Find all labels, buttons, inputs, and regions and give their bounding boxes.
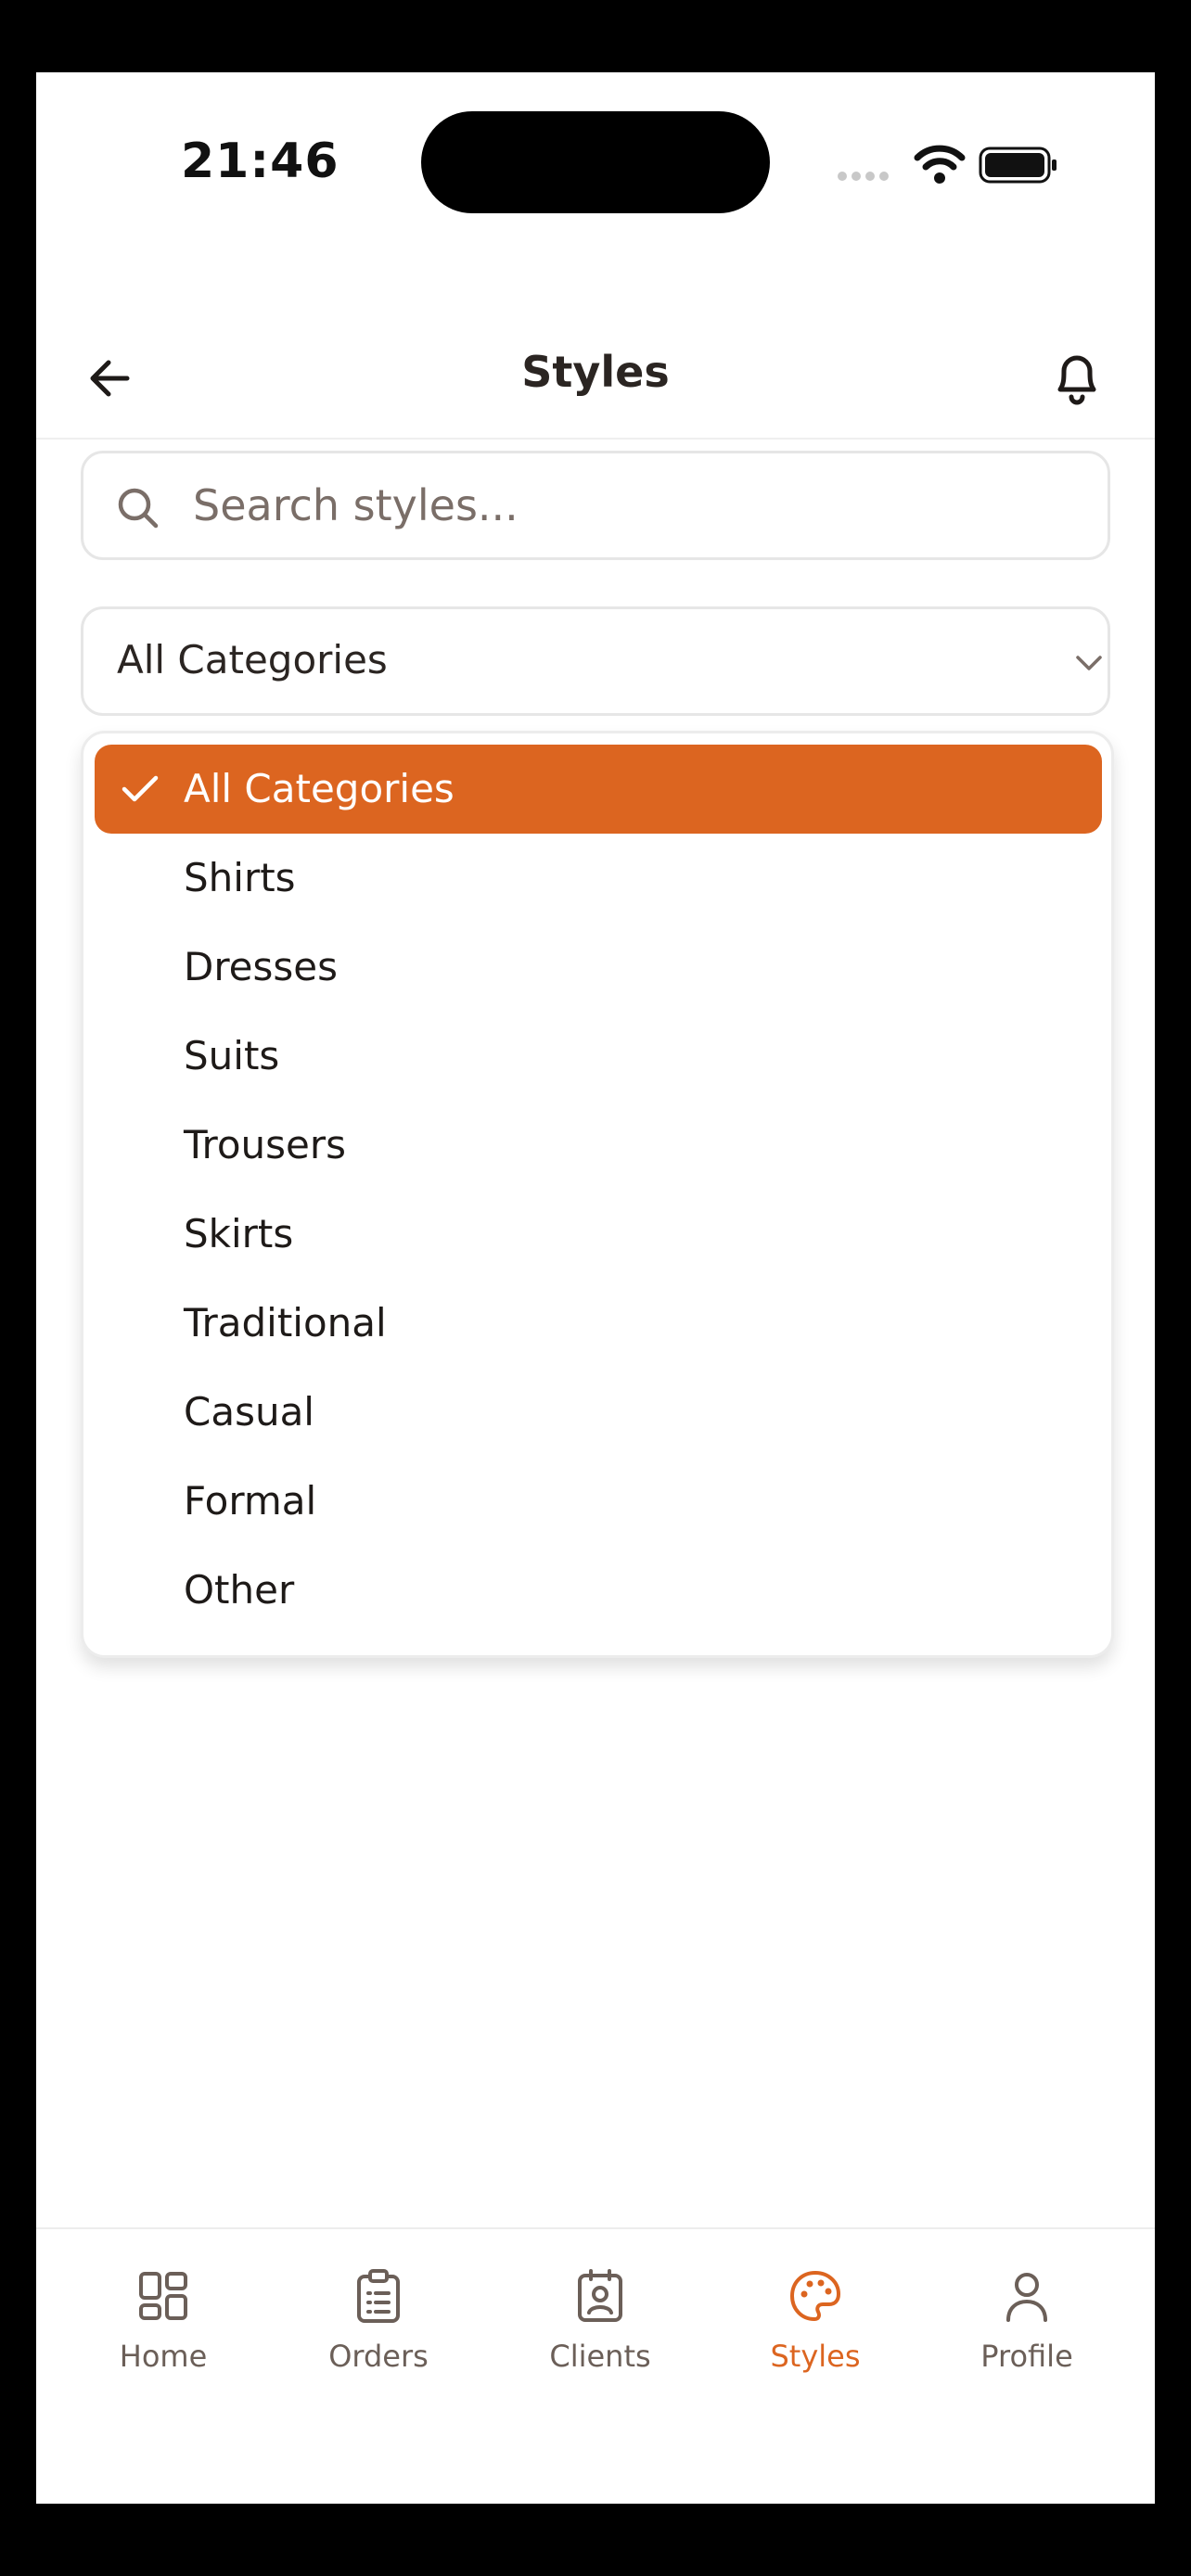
nav-label: Home xyxy=(119,2339,208,2374)
category-option-label: Skirts xyxy=(184,1211,294,1256)
category-option-formal[interactable]: Formal xyxy=(95,1457,1102,1546)
phone-screen: 21:46 Styles All Categories xyxy=(36,72,1155,2504)
user-icon xyxy=(1006,2273,1047,2322)
nav-label: Orders xyxy=(328,2339,429,2374)
category-option-label: Trousers xyxy=(184,1122,347,1167)
nav-label: Clients xyxy=(549,2339,651,2374)
chevron-down-icon xyxy=(1076,656,1102,670)
category-option-label: Dresses xyxy=(184,944,339,989)
nav-label: Profile xyxy=(980,2339,1073,2374)
category-option-shirts[interactable]: Shirts xyxy=(95,834,1102,923)
category-option-label: Formal xyxy=(184,1478,317,1524)
cellular-signal-icon xyxy=(838,167,893,185)
category-option-label: Shirts xyxy=(184,855,296,900)
grid-icon xyxy=(139,2272,187,2320)
page-title: Styles xyxy=(521,347,670,397)
nav-item-orders[interactable]: Orders xyxy=(304,2229,453,2415)
nav-item-home[interactable]: Home xyxy=(89,2229,237,2415)
status-time: 21:46 xyxy=(181,134,339,189)
category-select[interactable]: All Categories xyxy=(81,606,1110,716)
category-option-label: Suits xyxy=(184,1033,280,1078)
category-select-value: All Categories xyxy=(117,637,388,682)
search-box[interactable] xyxy=(81,451,1110,560)
category-option-casual[interactable]: Casual xyxy=(95,1368,1102,1457)
wifi-icon xyxy=(914,145,966,184)
dynamic-island xyxy=(421,111,770,213)
battery-icon xyxy=(979,147,1057,184)
palette-icon xyxy=(790,2271,840,2321)
search-input[interactable] xyxy=(193,453,1083,557)
category-option-dresses[interactable]: Dresses xyxy=(95,923,1102,1012)
category-option-traditional[interactable]: Traditional xyxy=(95,1279,1102,1368)
category-option-suits[interactable]: Suits xyxy=(95,1012,1102,1101)
category-option-label: All Categories xyxy=(184,766,455,811)
bell-icon[interactable] xyxy=(1047,347,1107,410)
nav-item-styles[interactable]: Styles xyxy=(741,2229,890,2415)
check-icon xyxy=(122,775,159,802)
category-option-label: Other xyxy=(184,1567,295,1613)
bottom-nav: Home Orders Clients Styles Profile xyxy=(36,2227,1155,2504)
category-option-trousers[interactable]: Trousers xyxy=(95,1101,1102,1190)
category-option-other[interactable]: Other xyxy=(95,1546,1102,1635)
category-option-skirts[interactable]: Skirts xyxy=(95,1190,1102,1279)
category-dropdown: All Categories Shirts Dresses Suits Trou… xyxy=(81,731,1114,1658)
app-header: Styles xyxy=(36,313,1155,440)
clipboard-icon xyxy=(357,2269,400,2323)
nav-item-clients[interactable]: Clients xyxy=(526,2229,674,2415)
contact-icon xyxy=(578,2269,622,2322)
search-icon xyxy=(118,488,159,529)
nav-item-profile[interactable]: Profile xyxy=(953,2229,1101,2415)
category-option-label: Casual xyxy=(184,1389,314,1435)
category-option-label: Traditional xyxy=(184,1300,387,1345)
category-option-all[interactable]: All Categories xyxy=(95,745,1102,834)
nav-label: Styles xyxy=(770,2339,861,2374)
